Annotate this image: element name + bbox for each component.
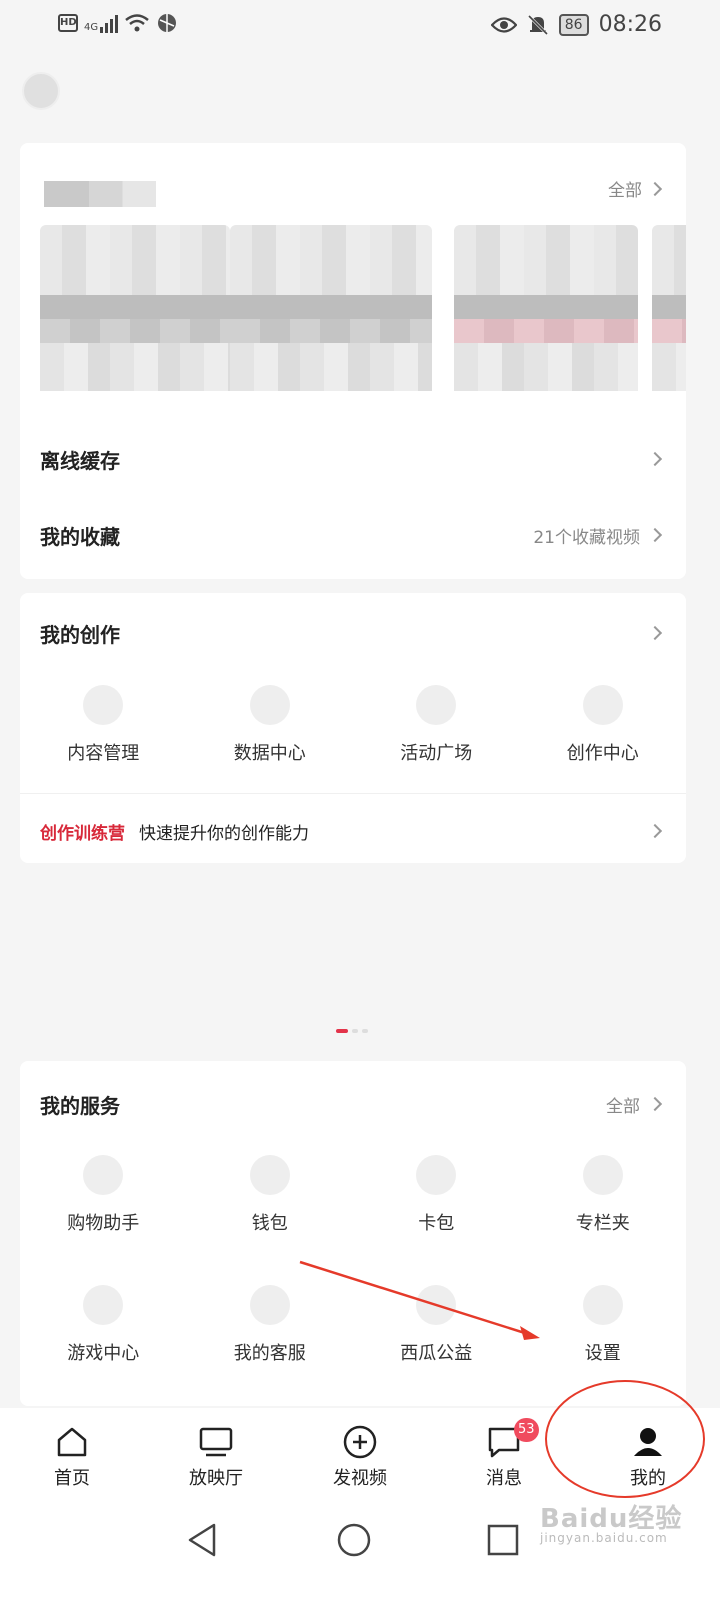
nav-cinema[interactable]: 放映厅 <box>144 1408 288 1500</box>
chevron-right-icon <box>647 527 663 543</box>
nav-post-video[interactable]: 发视频 <box>288 1408 432 1500</box>
status-bar: HD 4G 86 08:26 <box>0 0 720 56</box>
creation-header[interactable]: 我的创作 <box>40 613 663 653</box>
service-column-folder[interactable]: 专栏夹 <box>520 1155 687 1235</box>
chevron-right-icon <box>647 625 663 641</box>
creation-grid: 内容管理 数据中心 活动广场 创作中心 <box>20 685 686 765</box>
eye-icon <box>490 16 517 33</box>
creator-center-icon <box>582 685 623 725</box>
mute-bell-icon <box>527 14 548 35</box>
content-manage-icon <box>83 685 124 725</box>
home-circle-icon[interactable] <box>336 1522 372 1558</box>
history-thumb[interactable] <box>230 225 432 391</box>
favorites-row[interactable]: 我的收藏 21个收藏视频 <box>40 515 663 555</box>
divider <box>20 793 686 794</box>
offline-cache-row[interactable]: 离线缓存 <box>40 439 663 479</box>
home-icon <box>57 1427 87 1457</box>
chevron-right-icon <box>647 1096 663 1112</box>
hd-icon: HD <box>58 14 78 32</box>
wifi-icon <box>125 14 149 32</box>
settings-icon <box>582 1285 623 1325</box>
plus-circle-icon <box>343 1425 377 1459</box>
unread-badge: 53 <box>514 1418 539 1442</box>
clock: 08:26 <box>598 12 662 37</box>
services-row-2: 游戏中心 我的客服 西瓜公益 设置 <box>20 1285 686 1365</box>
service-wallet[interactable]: 钱包 <box>187 1155 354 1235</box>
chevron-right-icon <box>647 181 663 196</box>
activity-square-icon <box>416 685 457 725</box>
service-shopping-assistant[interactable]: 购物助手 <box>20 1155 187 1235</box>
support-icon <box>249 1285 290 1325</box>
recents-icon[interactable] <box>486 1522 520 1558</box>
service-charity[interactable]: 西瓜公益 <box>353 1285 520 1365</box>
service-card-pack[interactable]: 卡包 <box>353 1155 520 1235</box>
history-all-link[interactable]: 全部 <box>608 176 663 201</box>
service-settings[interactable]: 设置 <box>520 1285 687 1365</box>
nav-home[interactable]: 首页 <box>0 1408 144 1500</box>
data-center-icon <box>249 685 290 725</box>
folder-icon <box>582 1155 623 1195</box>
back-icon[interactable] <box>186 1522 220 1558</box>
history-thumb[interactable] <box>652 225 686 391</box>
watermark-logo: Baidu经验 jingyan.baidu.com <box>540 1504 683 1545</box>
services-header: 我的服务 全部 <box>40 1084 663 1124</box>
services-all-link[interactable]: 全部 <box>606 1092 663 1117</box>
avatar[interactable] <box>22 72 60 110</box>
vpn-globe-icon <box>158 14 177 32</box>
page-indicator <box>336 1029 368 1033</box>
history-thumb[interactable] <box>40 225 230 391</box>
charity-icon <box>416 1285 457 1325</box>
wallet-icon <box>249 1155 290 1195</box>
annotation-circle <box>545 1380 705 1498</box>
history-title-blurred <box>44 181 156 207</box>
shopping-icon <box>83 1155 124 1195</box>
card-icon <box>416 1155 457 1195</box>
creation-item-content[interactable]: 内容管理 <box>20 685 187 765</box>
history-card: 全部 离线缓存 我的收藏 21个收藏视频 <box>20 143 686 579</box>
services-row-1: 购物助手 钱包 卡包 专栏夹 <box>20 1155 686 1235</box>
creation-card: 我的创作 内容管理 数据中心 活动广场 创作中心 创作训练营 快速提升你的创作能… <box>20 593 686 863</box>
history-thumbnails <box>40 225 686 391</box>
creation-item-center[interactable]: 创作中心 <box>520 685 687 765</box>
services-card: 我的服务 全部 购物助手 钱包 卡包 专栏夹 游戏中心 我的客服 西瓜公益 设置 <box>20 1061 686 1406</box>
chevron-right-icon <box>647 451 663 467</box>
battery-icon: 86 <box>558 13 589 36</box>
service-game-center[interactable]: 游戏中心 <box>20 1285 187 1365</box>
creation-item-data[interactable]: 数据中心 <box>187 685 354 765</box>
creation-item-activity[interactable]: 活动广场 <box>353 685 520 765</box>
history-thumb[interactable] <box>454 225 638 391</box>
game-icon <box>83 1285 124 1325</box>
signal-icon: 4G <box>84 13 119 33</box>
tv-icon <box>199 1427 233 1457</box>
chevron-right-icon <box>647 823 663 839</box>
service-customer-support[interactable]: 我的客服 <box>187 1285 354 1365</box>
training-camp-row[interactable]: 创作训练营 快速提升你的创作能力 <box>40 811 663 851</box>
